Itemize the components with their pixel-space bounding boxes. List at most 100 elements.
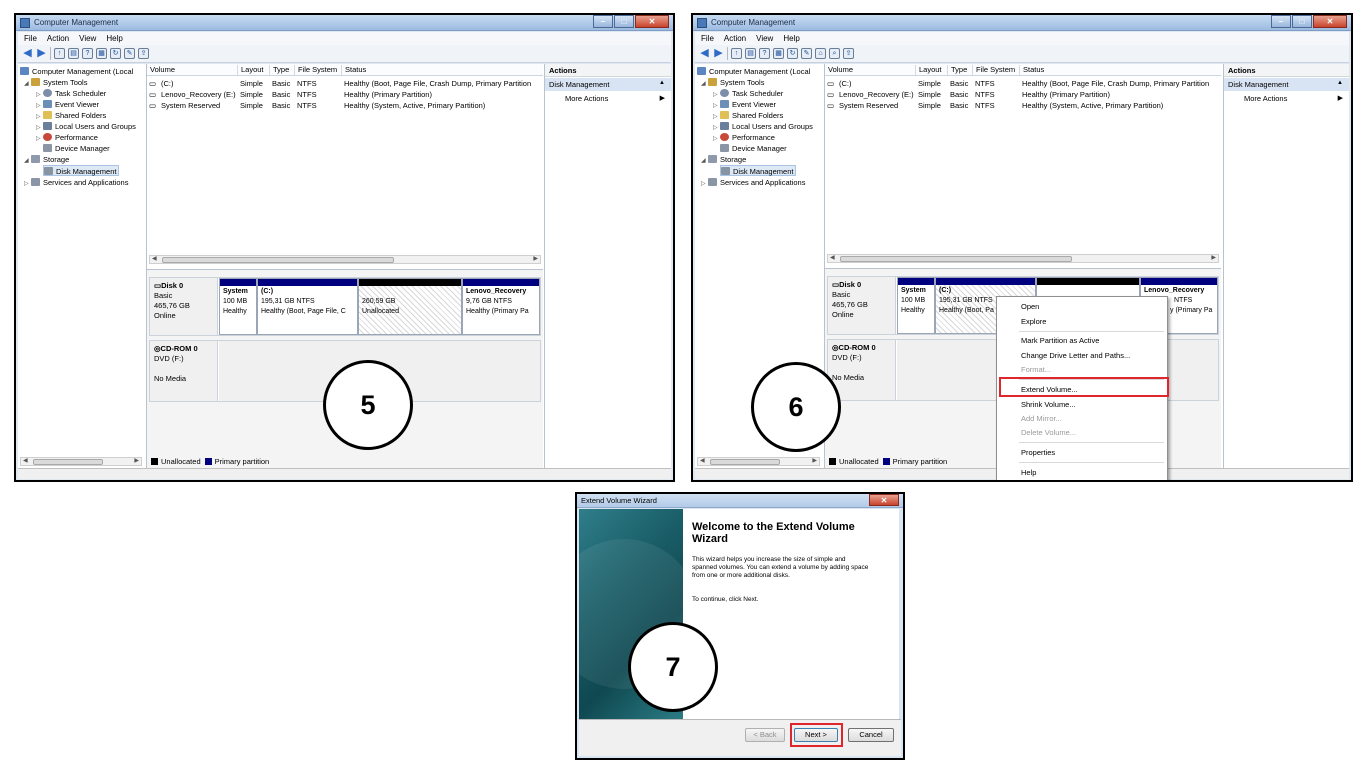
show-hide-tree-icon[interactable]: ▤ <box>68 48 79 59</box>
volume-row[interactable]: ▭ (C:) Simple Basic NTFS Healthy (Boot, … <box>147 78 543 89</box>
col-volume[interactable]: Volume <box>825 65 853 75</box>
scroll-right-icon[interactable]: ▶ <box>812 457 817 464</box>
tree-performance[interactable]: ▷ Performance <box>713 132 775 143</box>
menu-action[interactable]: Action <box>47 34 69 43</box>
help-icon[interactable]: ? <box>759 48 770 59</box>
volume-row[interactable]: ▭ Lenovo_Recovery (E:) Simple Basic NTFS… <box>147 89 543 100</box>
up-folder-icon[interactable]: ↑ <box>731 48 742 59</box>
collapse-up-icon[interactable]: ▲ <box>659 80 665 86</box>
collapse-icon[interactable]: ◢ <box>24 156 31 167</box>
collapse-icon[interactable]: ◢ <box>701 156 708 167</box>
col-status[interactable]: Status <box>1019 65 1044 75</box>
menu-properties[interactable]: Properties <box>1021 448 1055 457</box>
disk0-row[interactable]: ▭Disk 0 Basic 465,76 GB Online System 10… <box>149 277 541 336</box>
open-folder-icon[interactable]: ⌂ <box>815 48 826 59</box>
help-icon[interactable]: ? <box>82 48 93 59</box>
minimize-button[interactable]: – <box>1271 15 1291 28</box>
menu-file[interactable]: File <box>701 34 714 43</box>
col-file-system[interactable]: File System <box>294 65 337 75</box>
scroll-left-icon[interactable]: ◀ <box>152 255 157 262</box>
up-folder-icon[interactable]: ↑ <box>54 48 65 59</box>
more-actions[interactable]: More Actions ▶ <box>1244 94 1345 103</box>
col-status[interactable]: Status <box>341 65 366 75</box>
tree-storage[interactable]: ◢ Storage <box>24 154 69 165</box>
scroll-right-icon[interactable]: ▶ <box>134 457 139 464</box>
expand-icon[interactable]: ▷ <box>36 134 43 145</box>
menu-mark-active[interactable]: Mark Partition as Active <box>1021 336 1099 345</box>
volume-horizontal-scrollbar[interactable]: ◀ ▶ <box>149 255 541 264</box>
expand-icon[interactable]: ▷ <box>701 179 708 190</box>
tree-device-manager[interactable]: Device Manager <box>720 143 787 154</box>
scroll-left-icon[interactable]: ◀ <box>830 254 835 261</box>
col-type[interactable]: Type <box>947 65 967 75</box>
search-icon[interactable]: ⌕ <box>829 48 840 59</box>
actions-disk-management[interactable]: Disk Management ▲ <box>1224 78 1349 91</box>
collapse-up-icon[interactable]: ▲ <box>1337 80 1343 86</box>
col-layout[interactable]: Layout <box>237 65 264 75</box>
partition-lenovo-recovery[interactable]: Lenovo_Recovery 9,76 GB NTFS Healthy (Pr… <box>462 278 540 335</box>
properties-icon[interactable]: ✎ <box>801 48 812 59</box>
tree-disk-management[interactable]: Disk Management <box>720 165 797 176</box>
col-volume[interactable]: Volume <box>147 65 175 75</box>
expand-icon[interactable]: ▷ <box>713 134 720 145</box>
volume-row[interactable]: ▭ Lenovo_Recovery (E:) Simple Basic NTFS… <box>825 89 1221 100</box>
disk0-label[interactable]: ▭Disk 0 Basic 465,76 GB Online <box>150 278 218 335</box>
scroll-thumb[interactable] <box>840 256 1072 262</box>
col-layout[interactable]: Layout <box>915 65 942 75</box>
export-icon[interactable]: ⇪ <box>843 48 854 59</box>
scroll-left-icon[interactable]: ◀ <box>23 457 28 464</box>
expand-icon[interactable]: ▷ <box>24 179 31 190</box>
tree-root[interactable]: Computer Management (Local <box>697 66 810 77</box>
volume-row[interactable]: ▭ System Reserved Simple Basic NTFS Heal… <box>147 100 543 111</box>
forward-arrow-icon[interactable]: ▶ <box>713 48 724 59</box>
properties-icon[interactable]: ✎ <box>124 48 135 59</box>
tree-event-viewer[interactable]: ▷ Event Viewer <box>713 99 776 110</box>
scroll-thumb[interactable] <box>162 257 394 263</box>
tree-root[interactable]: Computer Management (Local <box>20 66 133 77</box>
menu-shrink-volume[interactable]: Shrink Volume... <box>1021 400 1076 409</box>
tree-services[interactable]: ▷ Services and Applications <box>701 177 805 188</box>
partition-system-reserved[interactable]: System 100 MB Healthy <box>219 278 257 335</box>
menu-help[interactable]: Help <box>1021 468 1036 477</box>
tree-shared-folders[interactable]: ▷ Shared Folders <box>36 110 106 121</box>
console-icon[interactable]: ▦ <box>96 48 107 59</box>
partition-unallocated[interactable]: 260,59 GB Unallocated <box>358 278 462 335</box>
tree-local-users[interactable]: ▷ Local Users and Groups <box>36 121 136 132</box>
tree-event-viewer[interactable]: ▷ Event Viewer <box>36 99 99 110</box>
tree-task-scheduler[interactable]: ▷ Task Scheduler <box>713 88 783 99</box>
scroll-left-icon[interactable]: ◀ <box>700 457 705 464</box>
wizard-close-button[interactable]: ✕ <box>869 494 899 506</box>
collapse-icon[interactable]: ◢ <box>24 79 31 90</box>
tree-services[interactable]: ▷ Services and Applications <box>24 177 128 188</box>
col-type[interactable]: Type <box>269 65 289 75</box>
maximize-button[interactable]: □ <box>1292 15 1312 28</box>
scroll-thumb[interactable] <box>33 459 103 465</box>
menu-view[interactable]: View <box>79 34 96 43</box>
refresh-icon[interactable]: ↻ <box>110 48 121 59</box>
tree-system-tools[interactable]: ◢ System Tools <box>701 77 764 88</box>
tree-local-users[interactable]: ▷ Local Users and Groups <box>713 121 813 132</box>
cdrom-label[interactable]: ◎CD-ROM 0 DVD (F:) No Media <box>150 341 218 401</box>
menu-view[interactable]: View <box>756 34 773 43</box>
menu-change-drive-letter[interactable]: Change Drive Letter and Paths... <box>1021 351 1130 360</box>
tree-storage[interactable]: ◢ Storage <box>701 154 746 165</box>
back-arrow-icon[interactable]: ◀ <box>22 48 33 59</box>
menu-help[interactable]: Help <box>783 34 799 43</box>
tree-performance[interactable]: ▷ Performance <box>36 132 98 143</box>
back-button[interactable]: < Back <box>745 728 785 742</box>
partition-system-reserved[interactable]: System 100 MB Healthy <box>897 277 935 334</box>
volume-row[interactable]: ▭ (C:) Simple Basic NTFS Healthy (Boot, … <box>825 78 1221 89</box>
console-icon[interactable]: ▦ <box>773 48 784 59</box>
collapse-icon[interactable]: ◢ <box>701 79 708 90</box>
menu-explore[interactable]: Explore <box>1021 317 1046 326</box>
col-file-system[interactable]: File System <box>972 65 1015 75</box>
close-button[interactable]: ✕ <box>635 15 669 28</box>
menu-open[interactable]: Open <box>1021 302 1039 311</box>
cancel-button[interactable]: Cancel <box>848 728 894 742</box>
tree-horizontal-scrollbar[interactable]: ◀ ▶ <box>697 457 820 466</box>
tree-horizontal-scrollbar[interactable]: ◀ ▶ <box>20 457 142 466</box>
scroll-right-icon[interactable]: ▶ <box>533 255 538 262</box>
refresh-icon[interactable]: ↻ <box>787 48 798 59</box>
export-icon[interactable]: ⇪ <box>138 48 149 59</box>
scroll-thumb[interactable] <box>710 459 780 465</box>
